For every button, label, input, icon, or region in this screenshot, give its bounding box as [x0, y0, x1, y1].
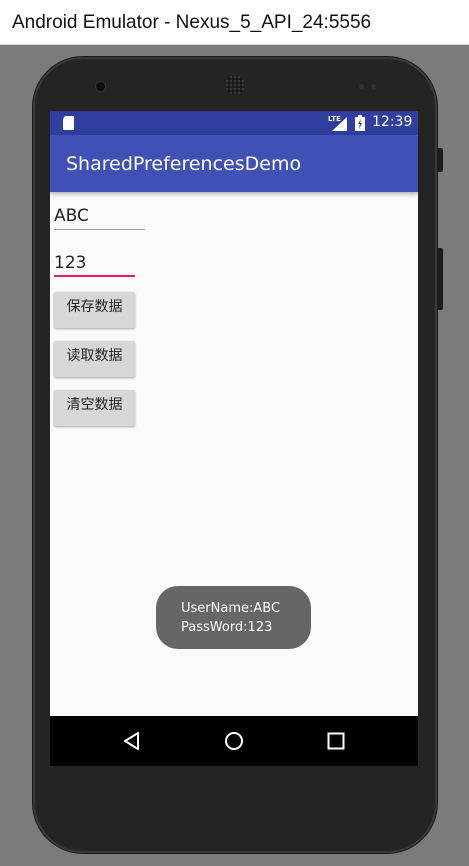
volume-button[interactable]: [437, 148, 443, 172]
password-field[interactable]: 123: [54, 253, 86, 273]
app-bar: SharedPreferencesDemo: [50, 135, 418, 192]
device-screen: LTE 12:39 SharedPreferencesDemo ABC 123 …: [50, 111, 418, 766]
signal-icon: [332, 117, 347, 131]
save-button[interactable]: 保存数据: [54, 292, 135, 328]
clear-button[interactable]: 清空数据: [54, 390, 135, 426]
status-bar: LTE 12:39: [50, 111, 418, 135]
home-icon[interactable]: [224, 731, 244, 751]
username-underline: [54, 229, 145, 230]
toast-message: UserName:ABC PassWord:123: [156, 586, 311, 649]
navigation-bar: [50, 716, 418, 766]
front-camera-icon: [96, 82, 105, 91]
speaker-grille: [225, 75, 245, 95]
app-title: SharedPreferencesDemo: [66, 153, 302, 175]
window-title: Android Emulator - Nexus_5_API_24:5556: [12, 12, 372, 33]
password-underline: [54, 275, 135, 277]
sensor-icon: [371, 84, 376, 89]
username-field[interactable]: ABC: [54, 206, 89, 226]
power-button[interactable]: [437, 248, 443, 310]
window-title-bar: Android Emulator - Nexus_5_API_24:5556: [0, 0, 469, 45]
read-button[interactable]: 读取数据: [54, 341, 135, 377]
sensor-icon: [359, 84, 364, 89]
battery-icon: [355, 115, 365, 131]
sd-card-icon: [63, 116, 74, 130]
back-icon[interactable]: [122, 731, 140, 751]
recents-icon[interactable]: [327, 732, 345, 750]
toast-username: UserName:ABC: [181, 601, 281, 616]
status-time: 12:39: [372, 114, 413, 130]
toast-password: PassWord:123: [181, 620, 273, 635]
